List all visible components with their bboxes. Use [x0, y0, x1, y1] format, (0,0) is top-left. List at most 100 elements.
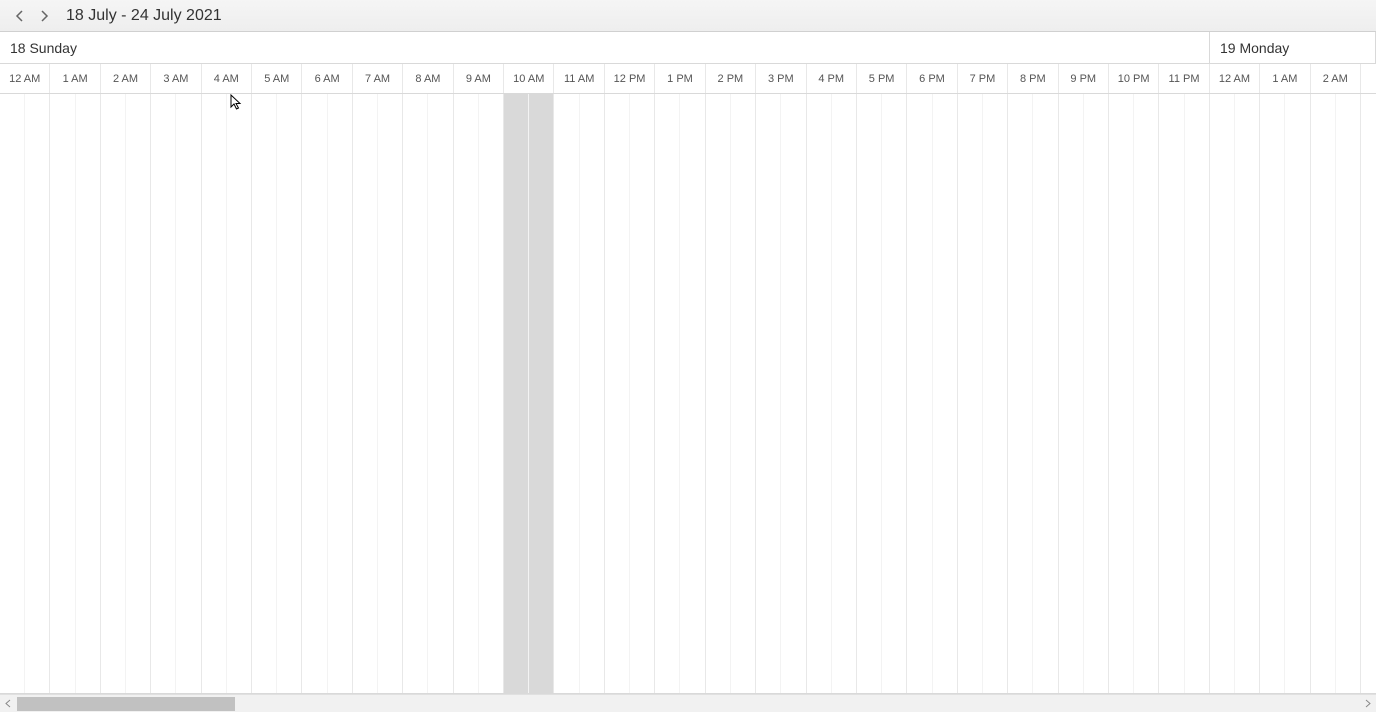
time-slot[interactable]	[1134, 94, 1159, 693]
time-slot[interactable]	[302, 94, 327, 693]
chevron-right-icon	[39, 10, 49, 22]
chevron-right-icon	[1364, 699, 1371, 708]
time-slots[interactable]	[0, 94, 1376, 693]
time-slot[interactable]	[1311, 94, 1336, 693]
hour-header: 3 AM	[151, 64, 201, 93]
hour-header: 4 PM	[807, 64, 857, 93]
time-slot[interactable]	[832, 94, 857, 693]
time-slot[interactable]	[252, 94, 277, 693]
time-slot[interactable]	[101, 94, 126, 693]
time-slot[interactable]	[151, 94, 176, 693]
time-slot[interactable]	[857, 94, 882, 693]
time-slot[interactable]	[1109, 94, 1134, 693]
hour-header: 4 AM	[202, 64, 252, 93]
hour-header: 10 AM	[504, 64, 554, 93]
hour-header: 10 PM	[1109, 64, 1159, 93]
hour-header: 12 AM	[1210, 64, 1260, 93]
day-header-monday[interactable]: 19 Monday	[1210, 32, 1376, 63]
hour-header: 7 PM	[958, 64, 1008, 93]
hour-header: 1 PM	[655, 64, 705, 93]
time-slot[interactable]	[25, 94, 50, 693]
time-slot[interactable]	[706, 94, 731, 693]
time-slot[interactable]	[176, 94, 201, 693]
time-slot[interactable]	[605, 94, 630, 693]
prev-button[interactable]	[8, 4, 32, 28]
hour-header: 8 PM	[1008, 64, 1058, 93]
time-slot[interactable]	[353, 94, 378, 693]
time-slot[interactable]	[479, 94, 504, 693]
hour-header: 2 AM	[1311, 64, 1361, 93]
time-slot[interactable]	[1033, 94, 1058, 693]
hour-header: 2 AM	[101, 64, 151, 93]
time-slot[interactable]	[1361, 94, 1376, 693]
day-header-row: 18 Sunday 19 Monday	[0, 32, 1376, 64]
time-slot[interactable]	[580, 94, 605, 693]
date-range-label: 18 July - 24 July 2021	[66, 7, 222, 25]
time-slot[interactable]	[1185, 94, 1210, 693]
hour-header: 5 AM	[252, 64, 302, 93]
time-slot[interactable]	[731, 94, 756, 693]
time-slot[interactable]	[277, 94, 302, 693]
time-slot[interactable]	[504, 94, 529, 693]
time-slot[interactable]	[378, 94, 403, 693]
time-slot[interactable]	[227, 94, 252, 693]
time-slot[interactable]	[1008, 94, 1033, 693]
time-slot[interactable]	[1084, 94, 1109, 693]
hour-header: 11 AM	[554, 64, 604, 93]
time-slot[interactable]	[1336, 94, 1361, 693]
time-slot[interactable]	[554, 94, 579, 693]
time-slot[interactable]	[630, 94, 655, 693]
hour-header-row: 12 AM1 AM2 AM3 AM4 AM5 AM6 AM7 AM8 AM9 A…	[0, 64, 1376, 94]
hour-header: 2 PM	[706, 64, 756, 93]
time-slot[interactable]	[1235, 94, 1260, 693]
time-slot[interactable]	[781, 94, 806, 693]
time-slot[interactable]	[76, 94, 101, 693]
horizontal-scrollbar[interactable]	[0, 694, 1376, 712]
scroll-track[interactable]	[17, 695, 1359, 712]
time-slot[interactable]	[958, 94, 983, 693]
time-slot[interactable]	[0, 94, 25, 693]
time-slot[interactable]	[1210, 94, 1235, 693]
time-slot[interactable]	[1059, 94, 1084, 693]
hour-header: 9 AM	[454, 64, 504, 93]
hour-header: 11 PM	[1159, 64, 1209, 93]
chevron-left-icon	[15, 10, 25, 22]
time-slot[interactable]	[50, 94, 75, 693]
day-header-sunday[interactable]: 18 Sunday	[0, 32, 1210, 63]
hour-header: 1 AM	[1260, 64, 1310, 93]
hour-header: 9 PM	[1059, 64, 1109, 93]
time-slot[interactable]	[126, 94, 151, 693]
hour-header: 8 AM	[403, 64, 453, 93]
time-slot[interactable]	[328, 94, 353, 693]
time-slot[interactable]	[983, 94, 1008, 693]
next-button[interactable]	[32, 4, 56, 28]
hour-header: 5 PM	[857, 64, 907, 93]
time-slot[interactable]	[882, 94, 907, 693]
chevron-left-icon	[5, 699, 12, 708]
time-slot[interactable]	[756, 94, 781, 693]
time-slot[interactable]	[1260, 94, 1285, 693]
time-slot[interactable]	[529, 94, 554, 693]
hour-header: 12 PM	[605, 64, 655, 93]
scroll-right-button[interactable]	[1359, 695, 1376, 713]
time-slot[interactable]	[454, 94, 479, 693]
time-slot[interactable]	[807, 94, 832, 693]
time-slot[interactable]	[933, 94, 958, 693]
time-slot[interactable]	[428, 94, 453, 693]
time-slot[interactable]	[1159, 94, 1184, 693]
calendar-body: 18 Sunday 19 Monday 12 AM1 AM2 AM3 AM4 A…	[0, 32, 1376, 694]
scroll-thumb[interactable]	[17, 697, 235, 711]
toolbar: 18 July - 24 July 2021	[0, 0, 1376, 32]
scroll-left-button[interactable]	[0, 695, 17, 713]
time-slot[interactable]	[1285, 94, 1310, 693]
hour-header: 3 PM	[756, 64, 806, 93]
hour-header: 1 AM	[50, 64, 100, 93]
time-slot[interactable]	[202, 94, 227, 693]
time-slot[interactable]	[655, 94, 680, 693]
hour-header: 6 PM	[907, 64, 957, 93]
time-slot[interactable]	[907, 94, 932, 693]
hour-header: 12 AM	[0, 64, 50, 93]
hour-header: 7 AM	[353, 64, 403, 93]
time-slot[interactable]	[403, 94, 428, 693]
time-slot[interactable]	[680, 94, 705, 693]
